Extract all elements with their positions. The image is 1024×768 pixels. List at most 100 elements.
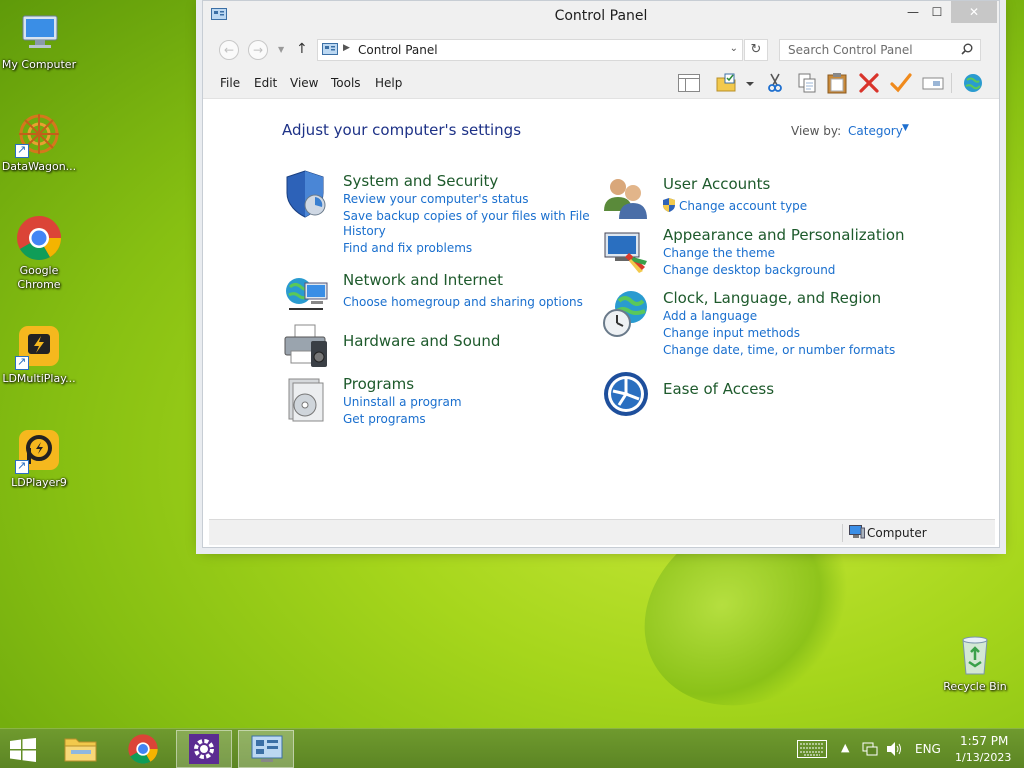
content-area: Adjust your computer's settings View by:… [209,99,995,519]
link-change-date-time-formats[interactable]: Change date, time, or number formats [663,343,895,357]
chevron-up-icon[interactable]: ▲ [841,741,849,768]
rename-icon[interactable] [921,72,945,94]
programs-icon[interactable] [281,375,331,425]
link-change-desktop-background[interactable]: Change desktop background [663,263,835,277]
desktop-icon-datawagon[interactable]: DataWagon... [0,110,78,174]
link-save-backup[interactable]: Save backup copies of your files with Fi… [343,209,590,223]
arrow-up-icon: ↑ [296,41,308,57]
chrome-icon [15,214,63,262]
clock-globe-icon[interactable] [601,289,651,339]
taskbar-settings[interactable] [176,730,232,768]
category-programs[interactable]: Programs [343,375,414,393]
computer-icon [15,8,63,56]
desktop-icon-recycle-bin[interactable]: Recycle Bin [936,630,1014,694]
close-button[interactable]: ✕ [951,1,997,23]
properties-checkmark-icon[interactable] [889,72,913,94]
search-input[interactable] [780,40,950,60]
recent-locations-button[interactable]: ▼ [278,45,284,54]
forward-button[interactable]: → [248,40,268,60]
start-button[interactable] [0,730,48,768]
category-ease-of-access[interactable]: Ease of Access [663,380,774,398]
link-homegroup-sharing[interactable]: Choose homegroup and sharing options [343,295,583,309]
folder-icon [64,735,98,766]
desktop-icon-ldmultiplayer[interactable]: LDMultiPlay... [0,322,78,386]
desktop-icon-label: Recycle Bin [943,680,1007,693]
menu-view[interactable]: View [290,76,318,90]
computer-icon [849,525,865,542]
taskbar: ▲ ENG 1:57 PM 1/13/2023 [0,728,1024,768]
link-change-theme[interactable]: Change the theme [663,246,775,260]
globe-icon[interactable] [961,72,985,94]
link-file-history[interactable]: History [343,224,386,238]
breadcrumb[interactable]: Control Panel [358,43,438,57]
up-button[interactable]: ↑ [296,41,308,57]
link-uninstall-program[interactable]: Uninstall a program [343,395,462,409]
arrow-left-icon: ← [223,43,235,57]
title-bar[interactable]: Control Panel — ☐ ✕ [203,1,999,31]
link-get-programs[interactable]: Get programs [343,412,426,426]
link-add-language[interactable]: Add a language [663,309,757,323]
category-user-accounts[interactable]: User Accounts [663,175,770,193]
layout-pane-icon[interactable] [677,72,701,94]
category-network-and-internet[interactable]: Network and Internet [343,271,503,289]
refresh-button[interactable]: ↻ [744,39,768,61]
search-icon[interactable] [961,43,973,58]
ease-of-access-icon[interactable] [601,369,651,419]
view-by-dropdown[interactable]: Category [848,124,903,138]
desktop-icon-label: My Computer [1,58,77,71]
ldmultiplayer-icon [15,322,63,370]
category-appearance-and-personalization[interactable]: Appearance and Personalization [663,226,905,244]
input-language[interactable]: ENG [915,742,941,768]
chevron-down-icon[interactable]: ▼ [902,123,909,133]
link-find-fix-problems[interactable]: Find and fix problems [343,241,472,255]
folder-options-icon[interactable] [715,72,739,94]
page-title: Adjust your computer's settings [282,121,522,139]
desktop-icon-my-computer[interactable]: My Computer [0,8,78,72]
menu-tools[interactable]: Tools [331,76,361,90]
maximize-button[interactable]: ☐ [923,1,951,23]
link-review-status[interactable]: Review your computer's status [343,192,529,206]
volume-icon[interactable] [885,741,903,768]
link-change-account-type[interactable]: Change account type [679,199,807,213]
delete-icon[interactable] [857,72,881,94]
taskbar-chrome[interactable] [116,730,172,768]
user-accounts-icon[interactable] [601,173,651,223]
back-button[interactable]: ← [219,40,239,60]
search-field[interactable] [779,39,981,61]
control-panel-window: Control Panel — ☐ ✕ ← → ▼ ↑ ▶ Control Pa… [202,0,1000,548]
desktop-icon-ldplayer9[interactable]: LDPlayer9 [0,426,78,490]
breadcrumb-separator-icon[interactable]: ▶ [343,43,350,53]
desktop-icon-label: Google Chrome [17,264,61,291]
desktop-icon-google-chrome[interactable]: Google Chrome [0,214,78,292]
link-change-input-methods[interactable]: Change input methods [663,326,800,340]
clock-time[interactable]: 1:57 PM [960,734,1008,748]
shield-icon[interactable] [281,169,331,219]
network-tray-icon[interactable] [861,741,879,768]
shortcut-arrow-icon [15,355,29,370]
address-field[interactable]: ▶ Control Panel ⌄ [317,39,743,61]
category-hardware-and-sound[interactable]: Hardware and Sound [343,332,500,350]
recycle-bin-icon [951,630,999,678]
menu-help[interactable]: Help [375,76,402,90]
status-bar: Computer [209,519,995,545]
appearance-icon[interactable] [601,227,651,277]
category-system-and-security[interactable]: System and Security [343,172,498,190]
menu-edit[interactable]: Edit [254,76,277,90]
taskbar-file-explorer[interactable] [54,730,110,768]
network-icon[interactable] [281,269,331,319]
arrow-right-icon: → [252,43,264,57]
touch-keyboard-icon[interactable] [797,740,827,768]
chevron-down-icon[interactable]: ⌄ [730,43,738,54]
shortcut-arrow-icon [15,143,29,158]
menu-file[interactable]: File [220,76,240,90]
desktop-icon-label: LDPlayer9 [11,476,67,489]
paste-icon[interactable] [825,72,849,94]
cut-icon[interactable] [763,72,787,94]
clock-date[interactable]: 1/13/2023 [955,751,1011,764]
printer-icon[interactable] [281,321,331,371]
copy-icon[interactable] [795,72,819,94]
category-clock-language-region[interactable]: Clock, Language, and Region [663,289,881,307]
taskbar-control-panel[interactable] [238,730,294,768]
refresh-icon: ↻ [750,42,762,57]
chevron-down-icon[interactable] [743,72,757,94]
